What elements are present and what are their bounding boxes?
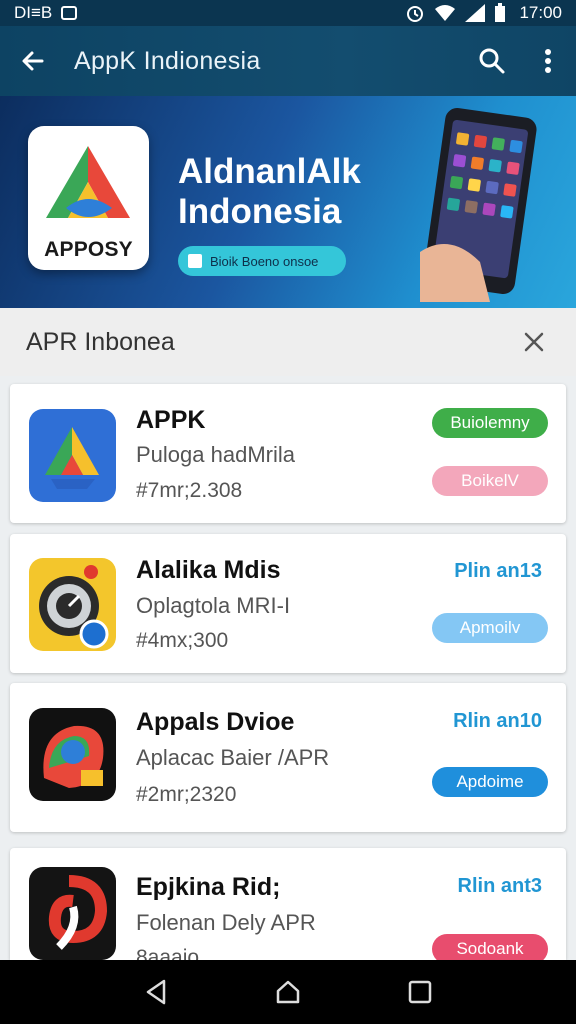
back-arrow-icon (22, 51, 44, 71)
triangle-back-icon (146, 979, 166, 1005)
app-description: Puloga hadMrila (136, 442, 295, 467)
search-button[interactable] (464, 26, 520, 96)
action-button[interactable]: Apmoilv (432, 613, 548, 643)
app-name: APPK (136, 406, 206, 434)
app-card[interactable]: Alalika Mdis Oplagtola MRI-I #4mx;300 Pl… (10, 534, 566, 673)
app-icon (29, 867, 116, 960)
app-link[interactable]: Rlin an10 (453, 710, 542, 733)
banner-logo: APPOSY (28, 126, 149, 270)
app-bar: AppK Indionesia (0, 26, 576, 96)
app-description: Oplagtola MRI-I (136, 593, 291, 618)
nav-recents-button[interactable] (390, 960, 450, 1024)
pill-icon (188, 254, 202, 268)
banner-headline-line1: AldnanlAlk (178, 152, 361, 191)
app-meta: #7mr;2.308 (136, 479, 243, 502)
red-app-icon (29, 867, 116, 960)
signal-icon (465, 4, 486, 22)
status-left: DI≡B (14, 3, 78, 23)
close-icon (524, 332, 544, 352)
app-card[interactable]: Epjkina Rid; Folenan Dely APR 8aaaio Rli… (10, 848, 566, 960)
app-card[interactable]: Appals Dvioe Aplacac Baier /APR #2mr;232… (10, 683, 566, 832)
app-name: Appals Dvioe (136, 708, 295, 736)
square-recents-icon (408, 980, 432, 1004)
navigation-bar (0, 960, 576, 1024)
home-icon (276, 980, 300, 1004)
more-vert-icon (545, 49, 551, 73)
maps-app-icon (29, 708, 116, 801)
app-card[interactable]: APPK Puloga hadMrila #7mr;2.308 Buiolemn… (10, 384, 566, 523)
search-icon (479, 48, 505, 74)
nav-home-button[interactable] (258, 960, 318, 1024)
drive-app-icon (29, 409, 116, 502)
status-left-text: DI≡B (14, 3, 53, 22)
notification-icon (61, 6, 78, 20)
app-description: Aplacac Baier /APR (136, 745, 330, 770)
promo-banner[interactable]: APPOSY AldnanlAlk Indonesia Bioik Boeno … (0, 96, 576, 308)
apposy-logo-icon (46, 146, 130, 218)
close-button[interactable] (518, 326, 550, 358)
primary-action-button[interactable]: Buiolemny (432, 408, 548, 438)
app-meta: 8aaaio (136, 946, 200, 960)
banner-pill-button[interactable]: Bioik Boeno onsoe (178, 246, 346, 276)
app-icon (29, 409, 116, 502)
section-title: APR Inbonea (26, 327, 175, 356)
phone-illustration-icon (420, 108, 537, 302)
back-button[interactable] (0, 26, 66, 96)
app-icon (29, 558, 116, 651)
banner-logo-label: APPOSY (44, 238, 133, 261)
app-link[interactable]: Plin an13 (454, 560, 542, 583)
banner-headline: AldnanlAlk Indonesia (178, 152, 361, 232)
app-bar-title: AppK Indionesia (74, 46, 261, 75)
status-bar: DI≡B 17:00 (0, 0, 576, 26)
section-header: APR Inbonea (0, 308, 576, 376)
status-right: 17:00 (405, 3, 562, 23)
banner-pill-label: Bioik Boeno onsoe (210, 253, 319, 269)
app-name: Alalika Mdis (136, 556, 281, 584)
battery-icon (495, 3, 506, 22)
app-meta: #4mx;300 (136, 629, 229, 652)
banner-headline-line2: Indonesia (178, 192, 342, 231)
status-time: 17:00 (519, 3, 562, 22)
action-button[interactable]: Apdoime (432, 767, 548, 797)
nav-back-button[interactable] (126, 960, 186, 1024)
wifi-icon (435, 5, 456, 21)
app-description: Folenan Dely APR (136, 910, 316, 935)
camera-app-icon (29, 558, 116, 651)
action-button[interactable]: Sodoank (432, 934, 548, 960)
app-name: Epjkina Rid; (136, 873, 281, 901)
app-icon (29, 708, 116, 801)
app-meta: #2mr;2320 (136, 783, 237, 806)
more-options-button[interactable] (520, 26, 576, 96)
app-link[interactable]: Rlin ant3 (458, 875, 542, 898)
alarm-icon (407, 6, 424, 22)
secondary-action-button[interactable]: BoikelV (432, 466, 548, 496)
